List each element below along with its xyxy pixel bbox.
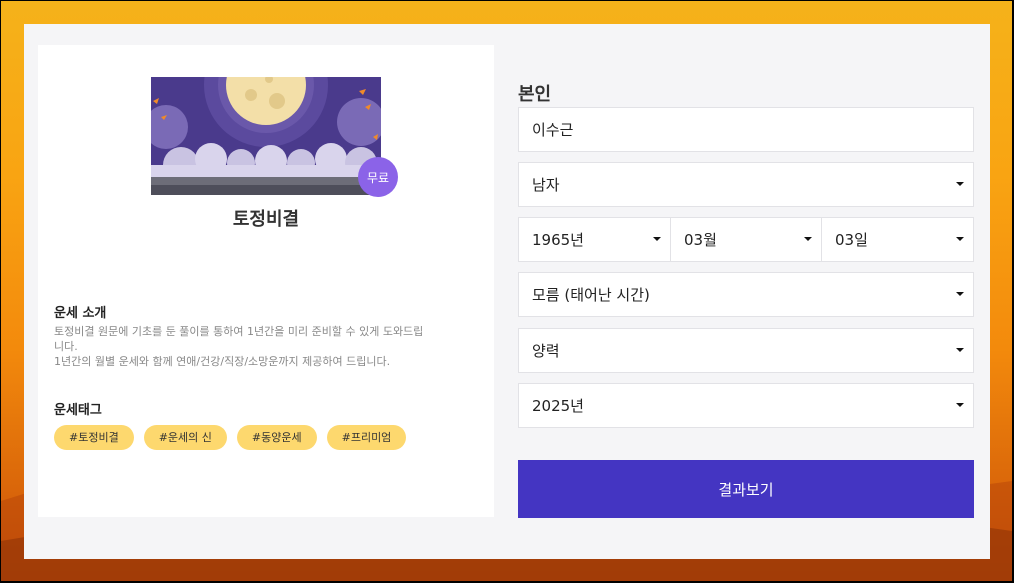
view-result-button[interactable]: 결과보기 xyxy=(518,460,974,518)
tag-chip[interactable]: #동양운세 xyxy=(236,425,317,450)
background-frame: 무료 토정비결 운세 소개 토정비결 원문에 기초를 둔 풀이를 통하여 1년간… xyxy=(1,1,1012,581)
birth-day-value: 03일 xyxy=(835,231,868,249)
product-card: 무료 토정비결 운세 소개 토정비결 원문에 기초를 둔 풀이를 통하여 1년간… xyxy=(38,45,494,517)
chevron-down-icon xyxy=(956,292,964,296)
intro-line: 토정비결 원문에 기초를 둔 풀이를 통하여 1년간을 미리 준비할 수 있게 … xyxy=(54,325,424,338)
chevron-down-icon xyxy=(956,237,964,241)
birth-month-value: 03월 xyxy=(684,231,717,249)
chevron-down-icon xyxy=(653,237,661,241)
chevron-down-icon xyxy=(804,237,812,241)
target-year-select[interactable]: 2025년 xyxy=(518,383,974,428)
main-panel: 무료 토정비결 운세 소개 토정비결 원문에 기초를 둔 풀이를 통하여 1년간… xyxy=(24,24,990,559)
name-input[interactable]: 이수근 xyxy=(518,107,974,152)
tags-heading: 운세태그 xyxy=(54,403,102,418)
gender-select[interactable]: 남자 xyxy=(518,162,974,207)
intro-line: 1년간의 월별 운세와 함께 연애/건강/직장/소망운까지 제공하여 드립니다. xyxy=(54,355,391,368)
chevron-down-icon xyxy=(956,403,964,407)
moon-night-illustration xyxy=(151,77,381,195)
birth-year-select[interactable]: 1965년 xyxy=(518,217,671,262)
calendar-type-select[interactable]: 양력 xyxy=(518,328,974,373)
birth-month-select[interactable]: 03월 xyxy=(670,217,822,262)
tag-list: #토정비결 #운세의 신 #동양운세 #프리미엄 xyxy=(54,425,407,450)
birth-day-select[interactable]: 03일 xyxy=(821,217,974,262)
birth-time-select[interactable]: 모름 (태어난 시간) xyxy=(518,272,974,317)
tag-chip[interactable]: #운세의 신 xyxy=(143,425,227,450)
birth-time-value: 모름 (태어난 시간) xyxy=(532,286,650,304)
birth-year-value: 1965년 xyxy=(532,231,584,249)
calendar-type-value: 양력 xyxy=(532,342,560,360)
target-year-value: 2025년 xyxy=(532,397,584,415)
intro-line: 니다. xyxy=(54,340,78,353)
intro-heading: 운세 소개 xyxy=(54,306,107,321)
intro-description: 토정비결 원문에 기초를 둔 풀이를 통하여 1년간을 미리 준비할 수 있게 … xyxy=(54,324,474,369)
form-section-title: 본인 xyxy=(518,84,552,105)
chevron-down-icon xyxy=(956,348,964,352)
product-thumbnail xyxy=(151,77,381,195)
free-badge: 무료 xyxy=(358,157,398,197)
tag-chip[interactable]: #토정비결 xyxy=(54,425,134,450)
name-input-value: 이수근 xyxy=(532,121,574,139)
gender-select-value: 남자 xyxy=(532,176,560,194)
tag-chip[interactable]: #프리미엄 xyxy=(326,425,407,450)
product-title: 토정비결 xyxy=(232,209,300,230)
chevron-down-icon xyxy=(956,182,964,186)
